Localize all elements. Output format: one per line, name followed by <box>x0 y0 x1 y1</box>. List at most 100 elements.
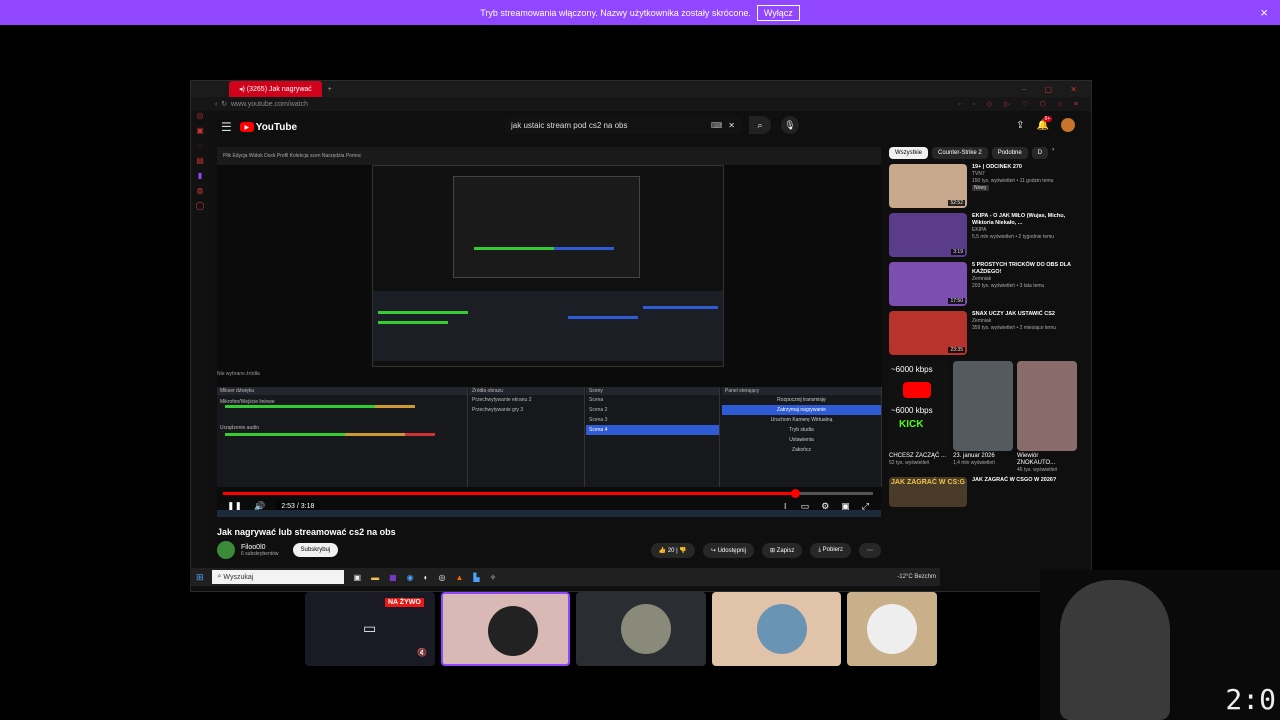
rec-channel[interactable]: EKIPA <box>972 227 1072 234</box>
explorer-icon[interactable]: ▬ <box>371 573 379 582</box>
reload-icon[interactable]: ↻ <box>221 100 231 108</box>
chip-all[interactable]: Wszystkie <box>889 147 928 159</box>
scene-item[interactable]: Scena 3 <box>586 415 719 425</box>
sidebar-icon[interactable]: ▤ <box>191 156 209 171</box>
address-bar[interactable]: ‹ ↻ www.youtube.com/watch ▫ ▫ ◇ ▷ ♡ ⬡ ⌂ … <box>191 97 1091 111</box>
settings-button[interactable]: Ustawienia <box>722 435 881 445</box>
upload-icon[interactable]: ⇪ <box>1016 120 1024 131</box>
short-title[interactable]: 23. januar 2026 <box>953 453 1013 460</box>
task-view-icon[interactable]: ▣ <box>354 573 362 582</box>
short-item[interactable]: Wiewiór ZNOKAUTO... 46 tys. wyświetleń <box>1017 361 1077 473</box>
clear-icon[interactable]: ✕ <box>728 121 735 130</box>
hamburger-icon[interactable]: ☰ <box>221 120 232 134</box>
toolbar-icons[interactable]: ▫ ▫ ◇ ▷ ♡ ⬡ ⌂ ≡ <box>958 100 1083 108</box>
sidebar-icon[interactable]: ◎ <box>191 111 209 126</box>
mute-icon[interactable]: 🔇 <box>417 648 427 657</box>
stop-recording-button[interactable]: Zatrzymaj nagrywanie <box>722 405 881 415</box>
close-icon[interactable]: × <box>1260 5 1268 20</box>
app-icon[interactable]: ◐ <box>424 573 429 582</box>
rec-channel[interactable]: Zemniak <box>972 318 1072 325</box>
url-text[interactable]: www.youtube.com/watch <box>231 101 308 108</box>
studio-mode-button[interactable]: Tryb studia <box>722 425 881 435</box>
window-controls[interactable]: − ▢ ✕ <box>1022 85 1085 94</box>
virtual-camera-button[interactable]: Uruchom Kamerę Wirtualną <box>722 415 881 425</box>
video-player[interactable]: Plik Edycja Widok Dock Profil Kolekcja s… <box>217 147 882 517</box>
browser-tab[interactable]: ◂) (3265) Jak nagrywać <box>229 81 322 97</box>
rec-thumbnail[interactable]: 17:50 <box>889 262 967 306</box>
windows-start-icon[interactable]: ⊞ <box>196 572 204 583</box>
twitch-icon[interactable]: ▮ <box>191 171 209 186</box>
like-button[interactable]: 👍 20 | 👎 <box>650 542 695 558</box>
rec-title[interactable]: 5 PROSTYCH TRICKÓW DO OBS DLA KAŻDEGO! <box>972 262 1072 276</box>
stream-thumbnail[interactable] <box>440 592 571 666</box>
rec-item[interactable]: JAK ZAGRAĆ W CS:G JAK ZAGRAĆ W CSGO W 20… <box>889 477 1079 507</box>
search-input[interactable]: jak ustaic stream pod cs2 na obs ⌨ ✕ <box>503 116 743 134</box>
browser-icon[interactable]: ◉ <box>407 573 414 582</box>
subscribe-button[interactable]: Subskrybuj <box>292 543 339 557</box>
rec-item[interactable]: 3:19 EKIPA - O JAK MIŁO (Wujas, Michu, W… <box>889 213 1079 257</box>
obs-icon[interactable]: ◎ <box>439 573 446 582</box>
youtube-logo[interactable]: ▶ YouTube <box>239 122 297 133</box>
keyboard-icon[interactable]: ⌨ <box>711 121 723 130</box>
exit-button[interactable]: Zakończ <box>722 445 881 455</box>
short-thumbnail[interactable]: ~6000 kbps ~6000 kbps KICK <box>889 361 949 451</box>
sidebar-icon[interactable]: ▣ <box>191 126 209 141</box>
app-icon[interactable]: ▙ <box>473 573 479 582</box>
source-item[interactable]: Przechwytywanie ekranu 2 <box>469 395 584 405</box>
save-button[interactable]: ⊞ Zapisz <box>761 542 803 558</box>
rec-thumbnail[interactable]: 23:35 <box>889 311 967 355</box>
scene-item-selected[interactable]: Scena 4 <box>586 425 719 435</box>
channel-name[interactable]: Filoo0l0 <box>241 544 279 551</box>
short-item[interactable]: 23. januar 2026 1,4 mln wyświetleń <box>953 361 1013 473</box>
rec-item[interactable]: 17:50 5 PROSTYCH TRICKÓW DO OBS DLA KAŻD… <box>889 262 1079 306</box>
rec-title[interactable]: JAK ZAGRAĆ W CSGO W 2026? <box>972 477 1072 484</box>
share-button[interactable]: ↪ Udostępnij <box>702 542 754 558</box>
short-title[interactable]: CHCESZ ZACZĄĆ ... <box>889 453 949 460</box>
microphone-icon[interactable]: 🎙 <box>781 116 799 134</box>
short-thumbnail[interactable] <box>953 361 1013 451</box>
new-tab-icon[interactable]: + <box>328 86 332 93</box>
short-thumbnail[interactable] <box>1017 361 1077 451</box>
rec-title[interactable]: 19+ | ODCINEK 270 <box>972 164 1072 171</box>
stream-thumbnail[interactable] <box>847 592 938 666</box>
rec-item[interactable]: 23:35 SNAX UCZY JAK USTAWIĆ CS2 Zemniak … <box>889 311 1079 355</box>
chip-more[interactable]: D <box>1031 147 1049 159</box>
sidebar-icon[interactable]: ◯ <box>191 201 209 216</box>
source-item[interactable]: Przechwytywanie gry 3 <box>469 405 584 415</box>
channel-info[interactable]: Filoo0l0 6 subskrybentów <box>241 544 279 557</box>
bell-icon[interactable]: 🔔 9+ <box>1037 115 1053 131</box>
avatar[interactable] <box>1061 118 1075 132</box>
progress-bar[interactable] <box>223 489 873 498</box>
scene-item[interactable]: Scena <box>586 395 719 405</box>
chevron-right-icon[interactable]: › <box>1052 147 1054 159</box>
search-icon[interactable]: ⌕ <box>749 116 771 134</box>
rec-title[interactable]: SNAX UCZY JAK USTAWIĆ CS2 <box>972 311 1072 318</box>
taskbar-search-text[interactable]: Wyszukaj <box>223 574 253 581</box>
search-query[interactable]: jak ustaic stream pod cs2 na obs <box>511 121 628 130</box>
rec-channel[interactable]: TVN7 <box>972 171 1072 178</box>
rec-title[interactable]: EKIPA - O JAK MIŁO (Wujas, Michu, Wiktor… <box>972 213 1072 227</box>
disable-streaming-button[interactable]: Wyłącz <box>756 4 800 21</box>
rec-item[interactable]: 52:52 19+ | ODCINEK 270 TVN7 150 tys. wy… <box>889 164 1079 208</box>
live-thumbnail[interactable]: NA ŻYWO ▭ 🔇 <box>305 592 435 666</box>
scene-item[interactable]: Scena 2 <box>586 405 719 415</box>
weather-widget[interactable]: -12°C Bezchm <box>897 574 936 580</box>
taskbar-search[interactable]: ⌕ Wyszukaj <box>211 570 344 584</box>
sidebar-icon[interactable]: ◍ <box>191 186 209 201</box>
app-icon[interactable]: ✧ <box>490 573 497 582</box>
download-button[interactable]: ⤓ Pobierz <box>810 542 851 558</box>
stream-thumbnail[interactable] <box>711 592 842 666</box>
short-item[interactable]: ~6000 kbps ~6000 kbps KICK CHCESZ ZACZĄĆ .… <box>889 361 949 473</box>
channel-avatar[interactable] <box>217 541 235 559</box>
sidebar-icon[interactable]: ◌ <box>191 141 209 156</box>
chip-cs2[interactable]: Counter-Strike 2 <box>932 147 988 159</box>
rec-thumbnail[interactable]: 52:52 <box>889 164 967 208</box>
short-title[interactable]: Wiewiór ZNOKAUTO... <box>1017 453 1077 467</box>
app-icon[interactable]: ▦ <box>389 573 397 582</box>
start-stream-button[interactable]: Rozpocznij transmisję <box>722 395 881 405</box>
more-icon[interactable]: ⋯ <box>859 542 881 558</box>
rec-thumbnail[interactable]: 3:19 <box>889 213 967 257</box>
rec-channel[interactable]: Zemniak <box>972 276 1072 283</box>
chip-related[interactable]: Podobne <box>991 147 1028 159</box>
rec-thumbnail[interactable]: JAK ZAGRAĆ W CS:G <box>889 477 967 507</box>
